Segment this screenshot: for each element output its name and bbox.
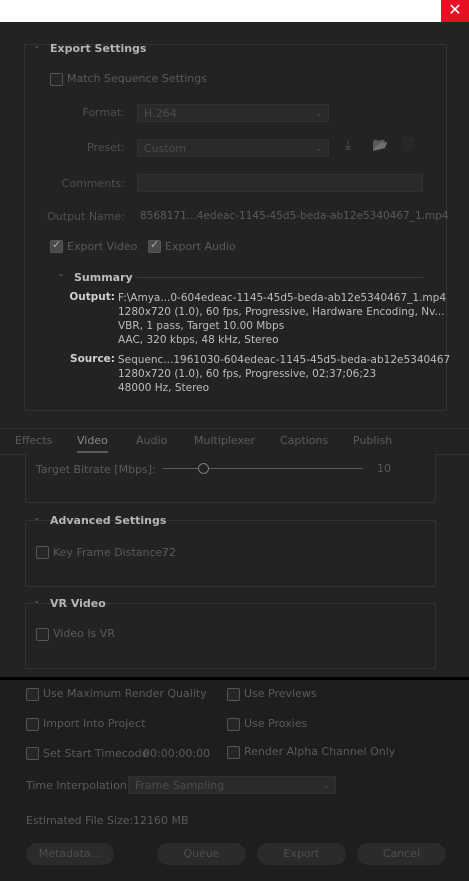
use-previews-label: Use Previews [244, 687, 317, 700]
import-into-project-checkbox[interactable] [26, 718, 39, 731]
summary-source-label: Source: [70, 353, 115, 365]
file-size-label: Estimated File Size: [26, 814, 134, 827]
export-audio-label: Export Audio [165, 240, 236, 253]
max-render-quality-label: Use Maximum Render Quality [43, 687, 207, 700]
collapse-chevron-icon[interactable]: ⌄ [33, 41, 41, 51]
export-video-label: Export Video [67, 240, 138, 253]
cancel-button[interactable]: Cancel [357, 843, 446, 865]
summary-title: Summary [74, 271, 133, 284]
use-proxies-label: Use Proxies [244, 717, 308, 730]
tab-effects[interactable]: Effects [15, 434, 52, 447]
time-interpolation-select[interactable]: Frame Sampling ⌄ [128, 776, 336, 794]
format-select[interactable]: H.264 ⌄ [137, 104, 329, 122]
use-proxies-checkbox[interactable] [227, 718, 240, 731]
use-previews-checkbox[interactable] [227, 688, 240, 701]
key-frame-distance-checkbox[interactable] [36, 546, 49, 559]
render-alpha-checkbox[interactable] [227, 746, 240, 759]
video-is-vr-checkbox[interactable] [36, 628, 49, 641]
preset-value: Custom [144, 142, 187, 155]
bitrate-slider-handle[interactable] [198, 463, 209, 474]
advanced-chevron-icon[interactable]: ⌄ [33, 513, 41, 523]
tab-video[interactable]: Video [77, 434, 108, 453]
bitrate-section [25, 454, 436, 503]
time-interpolation-label: Time Interpolation: [26, 779, 131, 792]
vr-chevron-icon[interactable]: ⌄ [33, 596, 41, 606]
summary-output-line: AAC, 320 kbps, 48 kHz, Stereo [118, 334, 279, 346]
tab-publish[interactable]: Publish [353, 434, 392, 447]
dropdown-arrow-icon: ⌄ [314, 143, 323, 154]
dropdown-arrow-icon: ⌄ [321, 780, 330, 791]
file-size-value: 12160 MB [133, 814, 189, 827]
metadata-button[interactable]: Metadata... [26, 843, 114, 865]
advanced-settings-title: Advanced Settings [50, 514, 167, 527]
export-video-checkbox[interactable] [50, 238, 63, 253]
import-preset-icon[interactable]: 📂 [372, 138, 388, 153]
vr-video-title: VR Video [50, 597, 106, 610]
summary-source-line: 1280x720 (1.0), 60 fps, Progressive, 02;… [118, 368, 377, 380]
export-settings-title: Export Settings [50, 42, 147, 55]
summary-chevron-icon[interactable]: ⌄ [57, 269, 65, 279]
summary-output-line: 1280x720 (1.0), 60 fps, Progressive, Har… [118, 306, 445, 318]
match-sequence-label: Match Sequence Settings [67, 72, 207, 85]
format-value: H.264 [144, 107, 177, 120]
tab-multiplexer[interactable]: Multiplexer [194, 434, 255, 447]
tab-audio[interactable]: Audio [136, 434, 167, 447]
render-alpha-label: Render Alpha Channel Only [244, 745, 396, 758]
render-options-panel: Use Maximum Render Quality Use Previews … [0, 680, 469, 881]
settings-tabs: Effects Video Audio Multiplexer Captions… [0, 428, 469, 455]
export-settings-panel: ⌄ Export Settings Match Sequence Setting… [0, 22, 469, 678]
output-name-label: Output Name: [47, 210, 125, 223]
export-button[interactable]: Export [257, 843, 346, 865]
summary-output-line: VBR, 1 pass, Target 10.00 Mbps [118, 320, 285, 332]
key-frame-distance-label: Key Frame Distance: [53, 546, 167, 559]
video-is-vr-label: Video Is VR [53, 627, 115, 640]
summary-divider [137, 277, 423, 278]
match-sequence-checkbox[interactable] [50, 73, 63, 86]
bitrate-slider-track[interactable] [163, 468, 363, 469]
summary-output-line: F:\Amya...0-604edeac-1145-45d5-beda-ab12… [118, 292, 447, 304]
tab-captions[interactable]: Captions [280, 434, 328, 447]
comments-input[interactable] [137, 174, 423, 192]
dropdown-arrow-icon: ⌄ [314, 108, 323, 119]
queue-button[interactable]: Queue [157, 843, 246, 865]
delete-preset-icon[interactable]: 🗑 [400, 137, 417, 152]
format-label: Format: [82, 106, 125, 119]
summary-source-line: 48000 Hz, Stereo [118, 382, 210, 394]
target-bitrate-value[interactable]: 10 [377, 462, 391, 475]
summary-source-line: Sequenc...1961030-604edeac-1145-45d5-bed… [118, 354, 451, 366]
time-interpolation-value: Frame Sampling [135, 779, 225, 792]
export-audio-checkbox[interactable] [148, 238, 161, 253]
summary-output-label: Output: [69, 291, 115, 303]
set-start-timecode-checkbox[interactable] [26, 747, 39, 760]
comments-label: Comments: [61, 177, 125, 190]
preset-label: Preset: [86, 141, 125, 154]
import-into-project-label: Import Into Project [43, 717, 146, 730]
preset-select[interactable]: Custom ⌄ [137, 139, 329, 157]
max-render-quality-checkbox[interactable] [26, 688, 39, 701]
start-timecode-value[interactable]: 00:00:00:00 [143, 747, 210, 760]
set-start-timecode-label: Set Start Timecode [43, 747, 149, 760]
title-bar: ✕ [0, 0, 469, 22]
target-bitrate-label: Target Bitrate [Mbps]: [36, 463, 156, 476]
close-button[interactable]: ✕ [441, 0, 469, 22]
save-preset-icon[interactable]: ⤓ [345, 138, 351, 153]
output-name-link[interactable]: 8568171...4edeac-1145-45d5-beda-ab12e534… [140, 210, 449, 222]
key-frame-distance-value[interactable]: 72 [162, 546, 176, 559]
